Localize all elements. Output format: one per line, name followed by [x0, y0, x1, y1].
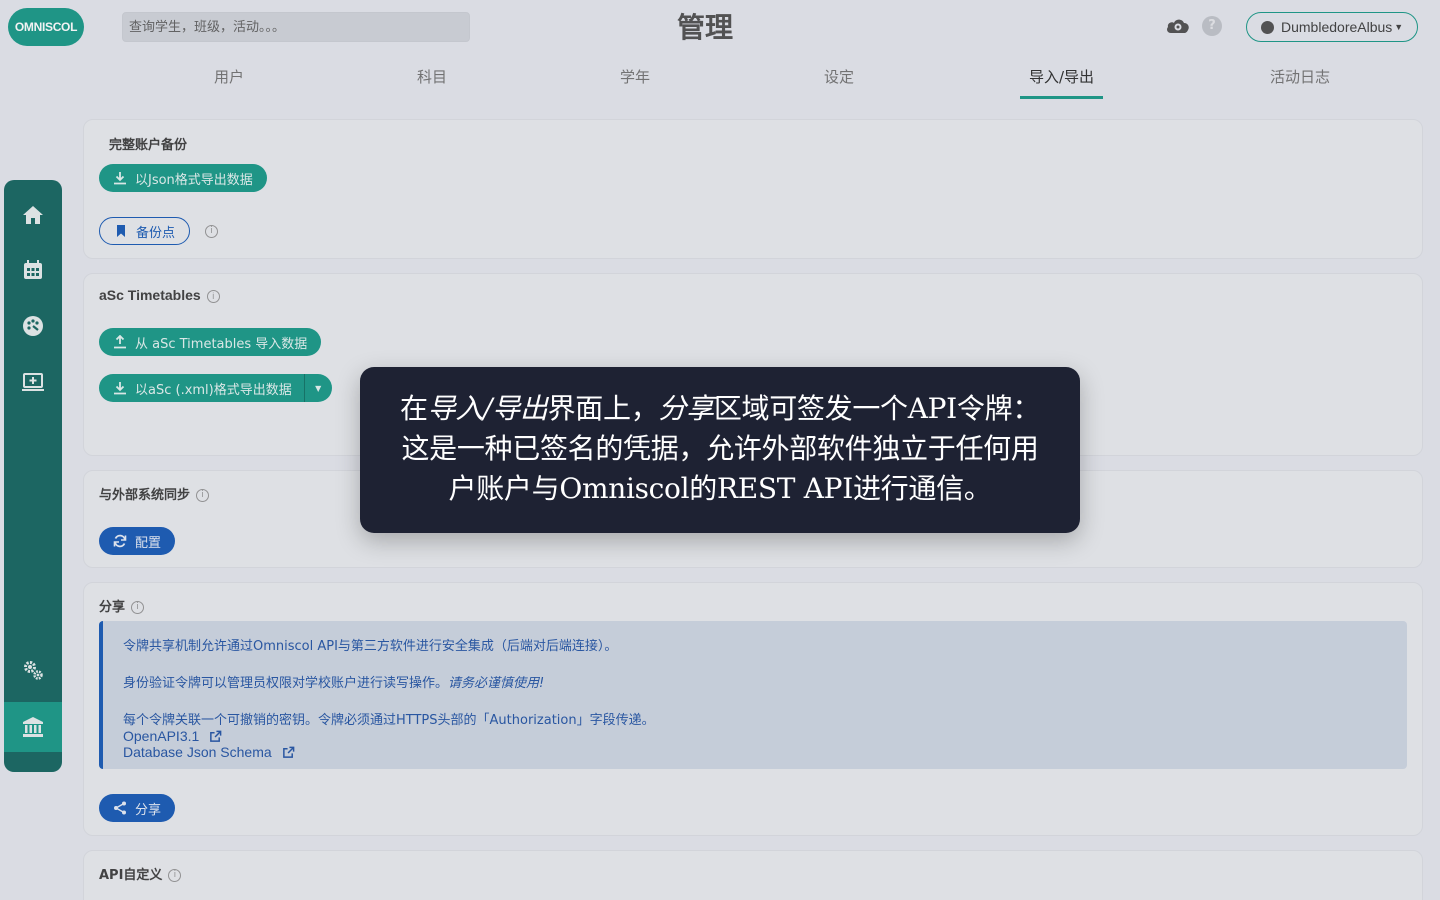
calendar-icon	[24, 260, 42, 279]
caption-text: 在导入/导出界面上，分享区域可签发一个API令牌：这是一种已签名的凭据，允许外部…	[388, 389, 1052, 509]
sidebar	[4, 180, 62, 772]
openapi-link[interactable]: OpenAPI3.1	[123, 728, 1407, 744]
share-caution-text: 请务必谨慎使用!	[448, 676, 545, 691]
api-custom-title: API自定义 i	[99, 864, 182, 883]
info-icon[interactable]: i	[168, 869, 182, 882]
asc-export-button[interactable]: 以aSc (.xml)格式导出数据	[99, 374, 304, 402]
share-title-text: 分享	[99, 600, 126, 615]
configure-label: 配置	[135, 535, 162, 551]
caption-part-1: 在	[399, 392, 428, 425]
openapi-link-label: OpenAPI3.1	[123, 728, 200, 744]
user-menu-button[interactable]: DumbledoreAlbus ▼	[1246, 12, 1418, 42]
share-title: 分享 i	[99, 596, 145, 615]
configure-sync-button[interactable]: 配置	[99, 527, 176, 555]
bookmark-icon	[117, 225, 125, 237]
user-icon	[1261, 20, 1274, 34]
info-icon[interactable]: i	[205, 225, 218, 238]
checkpoint-label: 备份点	[136, 225, 176, 241]
page-title: 管理	[676, 11, 733, 44]
sidebar-item-calendar[interactable]	[4, 245, 62, 295]
user-name: DumbledoreAlbus	[1281, 19, 1393, 35]
asc-title-text: aSc Timetables	[99, 287, 201, 303]
share-label: 分享	[135, 802, 162, 818]
share-info-line-1: 令牌共享机制允许通过Omniscol API与第三方软件进行安全集成（后端对后端…	[123, 639, 618, 654]
palette-icon	[23, 316, 43, 336]
external-link-icon	[282, 746, 294, 758]
sync-title: 与外部系统同步 i	[99, 484, 210, 503]
sync-title-text: 与外部系统同步	[99, 488, 191, 503]
omniscol-logo[interactable]: OMNISCOL	[8, 8, 84, 46]
logo-text: OMNISCOL	[14, 20, 78, 34]
backup-card: 完整账户备份 以Json格式导出数据 备份点 i	[83, 119, 1423, 259]
sidebar-item-administration[interactable]	[4, 702, 62, 752]
monitor-plus-icon	[22, 373, 44, 391]
tab-school-year[interactable]: 学年	[614, 66, 656, 87]
share-info-alert: 令牌共享机制允许通过Omniscol API与第三方软件进行安全集成（后端对后端…	[99, 621, 1407, 769]
sidebar-item-classroom[interactable]	[4, 357, 62, 407]
asc-import-label: 从 aSc Timetables 导入数据	[135, 336, 308, 352]
json-schema-link-label: Database Json Schema	[123, 744, 272, 760]
caption-import-export: 导入/导出	[427, 392, 548, 425]
cloud-sync-icon[interactable]	[1165, 15, 1191, 37]
info-icon[interactable]: i	[196, 489, 210, 502]
tab-import-export[interactable]: 导入/导出	[1020, 66, 1103, 87]
asc-export-label: 以aSc (.xml)格式导出数据	[135, 382, 292, 398]
tab-settings[interactable]: 设定	[818, 66, 860, 87]
caret-down-icon: ▼	[315, 383, 322, 393]
active-tab-indicator	[1020, 96, 1103, 99]
caption-part-3: 界面上，	[547, 392, 659, 425]
share-info-line-2: 身份验证令牌可以管理员权限对学校账户进行读写操作。请务必谨慎使用!	[123, 672, 1407, 691]
info-icon[interactable]: i	[206, 289, 220, 303]
help-icon[interactable]: ?	[1202, 16, 1222, 36]
refresh-icon	[113, 534, 127, 548]
tab-activity-log[interactable]: 活动日志	[1262, 66, 1338, 87]
sidebar-item-home[interactable]	[4, 190, 62, 240]
export-json-label: 以Json格式导出数据	[135, 172, 253, 188]
home-icon	[23, 206, 43, 224]
checkpoint-button[interactable]: 备份点	[99, 217, 191, 245]
backup-title: 完整账户备份	[109, 138, 188, 153]
sidebar-item-settings[interactable]	[4, 645, 62, 695]
export-json-button[interactable]: 以Json格式导出数据	[99, 164, 267, 192]
chevron-down-icon: ▼	[1394, 22, 1404, 32]
upload-icon	[114, 335, 126, 349]
info-icon[interactable]: i	[131, 601, 145, 614]
gears-icon	[24, 661, 43, 680]
asc-title: aSc Timetables i	[99, 287, 220, 303]
search-input[interactable]	[122, 12, 470, 42]
asc-import-button[interactable]: 从 aSc Timetables 导入数据	[99, 328, 322, 356]
share-info-line-3: 每个令牌关联一个可撤销的密钥。令牌必须通过HTTPS头部的「Authorizat…	[123, 713, 655, 728]
json-schema-link[interactable]: Database Json Schema	[123, 744, 1407, 760]
share-icon	[114, 801, 126, 815]
top-bar: OMNISCOL 管理 ? DumbledoreAlbus ▼	[0, 0, 1440, 54]
api-custom-card: API自定义 i	[83, 850, 1423, 900]
institution-icon	[23, 717, 43, 737]
tutorial-caption: 在导入/导出界面上，分享区域可签发一个API令牌：这是一种已签名的凭据，允许外部…	[360, 367, 1080, 533]
share-button[interactable]: 分享	[99, 794, 176, 822]
share-info-line-2-text: 身份验证令牌可以管理员权限对学校账户进行读写操作。	[123, 676, 449, 691]
admin-tabs: 用户 科目 学年 设定 导入/导出 活动日志	[0, 60, 1440, 102]
tab-subjects[interactable]: 科目	[411, 66, 453, 87]
external-link-icon	[210, 730, 222, 742]
api-custom-title-text: API自定义	[99, 868, 163, 883]
asc-export-split-button: 以aSc (.xml)格式导出数据 ▼	[99, 374, 332, 402]
download-icon	[114, 172, 126, 185]
caption-share: 分享	[658, 392, 714, 425]
asc-export-dropdown-toggle[interactable]: ▼	[303, 374, 332, 402]
download-icon	[114, 382, 126, 395]
share-card: 分享 i 令牌共享机制允许通过Omniscol API与第三方软件进行安全集成（后…	[83, 582, 1423, 836]
sidebar-item-palette[interactable]	[4, 301, 62, 351]
tab-users[interactable]: 用户	[208, 66, 250, 87]
